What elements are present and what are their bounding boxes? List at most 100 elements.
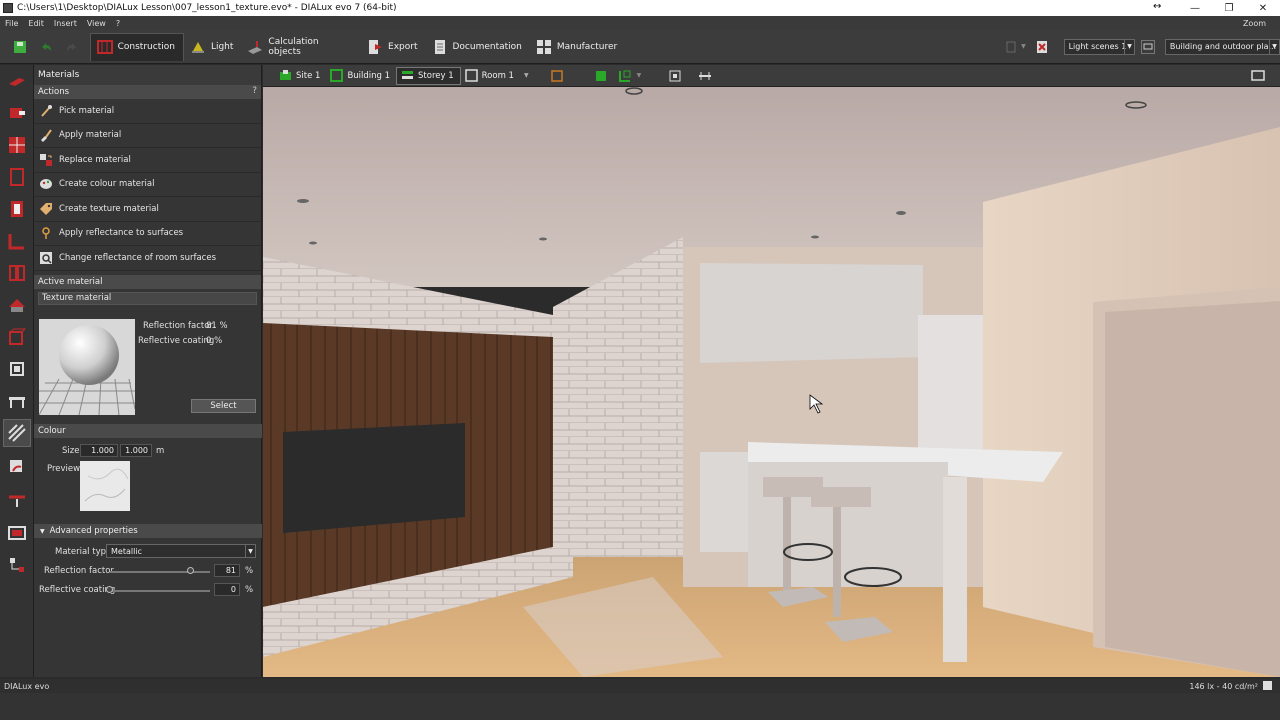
action-apply-material[interactable]: Apply material xyxy=(34,124,261,148)
measure-tool-icon[interactable] xyxy=(697,68,713,84)
window-icon[interactable] xyxy=(3,195,31,223)
room-icon[interactable] xyxy=(3,227,31,255)
chevron-down-icon: ▼ xyxy=(1269,39,1279,54)
view-filter-select[interactable]: Building and outdoor pla... ▼ xyxy=(1164,38,1280,55)
close-button[interactable]: ✕ xyxy=(1246,0,1280,16)
menu-insert[interactable]: Insert xyxy=(49,19,82,28)
column-icon[interactable] xyxy=(3,259,31,287)
tab-export[interactable]: Export xyxy=(361,33,425,61)
title-bar: C:\Users\1\Desktop\DIALux Lesson\007_les… xyxy=(0,0,1280,16)
view-dropdown-icon[interactable]: ▼ xyxy=(637,72,642,79)
tab-calculation-objects[interactable]: Calculation objects xyxy=(241,33,361,61)
3d-viewport[interactable] xyxy=(263,87,1280,677)
colour-header: Colour xyxy=(34,424,262,438)
reflection-slider-handle[interactable] xyxy=(187,567,194,574)
reflective-coating-label: Reflective coating xyxy=(138,336,215,346)
light-scenes-select[interactable]: Light scenes 1 ▼ xyxy=(1063,38,1136,55)
chevron-down-icon: ▼ xyxy=(1124,39,1134,54)
measure-icon[interactable] xyxy=(3,551,31,579)
reflective-coating-input[interactable]: 0 xyxy=(214,583,240,596)
size-y-input[interactable]: 1.000 xyxy=(120,444,152,457)
furniture-icon[interactable] xyxy=(3,387,31,415)
action-create-texture-material[interactable]: Create texture material xyxy=(34,197,261,222)
cut-icon[interactable] xyxy=(3,99,31,127)
materials-icon[interactable] xyxy=(3,419,31,447)
image-plane-icon[interactable] xyxy=(3,519,31,547)
texture-preview xyxy=(80,461,130,511)
light-scenes-value: Light scenes 1 xyxy=(1068,42,1127,51)
advanced-properties-header[interactable]: ▼ Advanced properties xyxy=(34,524,262,538)
delete-icon[interactable] xyxy=(1034,39,1050,55)
size-label: Size xyxy=(62,446,80,456)
window-title: C:\Users\1\Desktop\DIALux Lesson\007_les… xyxy=(17,3,397,13)
undo-icon[interactable] xyxy=(38,39,54,55)
construction-icon xyxy=(96,39,113,55)
plan-view-icon[interactable] xyxy=(617,68,633,84)
room-dropdown-icon[interactable]: ▼ xyxy=(524,72,529,79)
action-replace-material[interactable]: Replace material xyxy=(34,148,261,173)
reflection-slider-track[interactable] xyxy=(110,571,210,573)
size-x-input[interactable]: 1.000 xyxy=(80,444,118,457)
collapse-icon: ▼ xyxy=(40,527,45,535)
minimize-button[interactable]: — xyxy=(1178,0,1212,16)
coating-slider-handle[interactable] xyxy=(106,586,113,593)
material-type-select[interactable]: Metallic ▼ xyxy=(106,544,256,558)
room-icon xyxy=(464,69,478,82)
fullscreen-icon[interactable] xyxy=(1250,68,1266,84)
menu-file[interactable]: File xyxy=(0,19,23,28)
scene-dropdown-icon[interactable]: ▼ xyxy=(1021,43,1026,50)
viewport-toolbar: Site 1 Building 1 Storey 1 Room 1 ▼ ▼ xyxy=(263,65,1280,87)
light-icon xyxy=(190,39,206,55)
size-unit: m xyxy=(156,446,165,456)
menu-help[interactable]: ? xyxy=(111,19,125,28)
tab-documentation[interactable]: Documentation xyxy=(426,33,530,61)
crumb-site[interactable]: Site 1 xyxy=(275,67,326,85)
crumb-storey[interactable]: Storey 1 xyxy=(396,66,461,85)
redo-icon[interactable] xyxy=(64,39,80,55)
cube-icon[interactable] xyxy=(3,355,31,383)
brush-icon xyxy=(38,127,54,143)
tab-construction[interactable]: Construction xyxy=(89,32,184,61)
roof-icon[interactable] xyxy=(3,291,31,319)
3d-view-icon[interactable] xyxy=(593,68,609,84)
help-icon[interactable]: ? xyxy=(252,86,257,96)
export-icon xyxy=(367,39,383,55)
coating-slider-track[interactable] xyxy=(110,590,210,592)
align-icon[interactable] xyxy=(3,485,31,513)
manufacturer-icon xyxy=(536,39,552,55)
crumb-room[interactable]: Room 1 ▼ xyxy=(461,67,535,85)
reflection-percent: % xyxy=(245,566,254,576)
crumb-building[interactable]: Building 1 xyxy=(326,67,396,85)
menu-edit[interactable]: Edit xyxy=(23,19,49,28)
save-icon[interactable] xyxy=(12,39,28,55)
reflection-factor-input[interactable]: 81 xyxy=(214,564,240,577)
active-material-header: Active material xyxy=(34,274,261,289)
wall-icon[interactable] xyxy=(3,131,31,159)
reflection-factor-label: Reflection factor xyxy=(143,321,213,331)
scene-panel-icon[interactable] xyxy=(1003,39,1019,55)
menu-view[interactable]: View xyxy=(82,19,111,28)
object-icon[interactable] xyxy=(3,323,31,351)
action-create-colour-material[interactable]: Create colour material xyxy=(34,173,261,197)
tab-light[interactable]: Light xyxy=(184,33,241,61)
main-toolbar: Construction Light Calculation objects E… xyxy=(0,30,1280,64)
monitor-icon[interactable] xyxy=(1141,39,1155,54)
tab-documentation-label: Documentation xyxy=(452,41,522,52)
resize-icon[interactable]: ↔ xyxy=(1153,1,1161,12)
action-apply-reflectance[interactable]: Apply reflectance to surfaces xyxy=(34,222,261,246)
status-indicator-icon[interactable] xyxy=(1263,681,1272,690)
texture-icon[interactable] xyxy=(3,453,31,481)
door-icon[interactable] xyxy=(3,163,31,191)
calculation-objects-icon xyxy=(247,39,263,55)
ground-element-icon[interactable] xyxy=(3,67,31,95)
maximize-button[interactable]: ❐ xyxy=(1212,0,1246,16)
action-pick-material[interactable]: Pick material xyxy=(34,99,261,124)
bottom-area xyxy=(0,693,1280,720)
reflectance-icon xyxy=(38,225,54,241)
zoom-label[interactable]: Zoom xyxy=(1243,19,1280,28)
tab-manufacturer[interactable]: Manufacturer xyxy=(530,33,625,61)
select-button[interactable]: Select xyxy=(191,399,256,413)
zoom-extents-icon[interactable] xyxy=(667,68,683,84)
action-change-reflectance-room[interactable]: Change reflectance of room surfaces xyxy=(34,246,261,271)
layers-icon[interactable] xyxy=(549,68,565,84)
